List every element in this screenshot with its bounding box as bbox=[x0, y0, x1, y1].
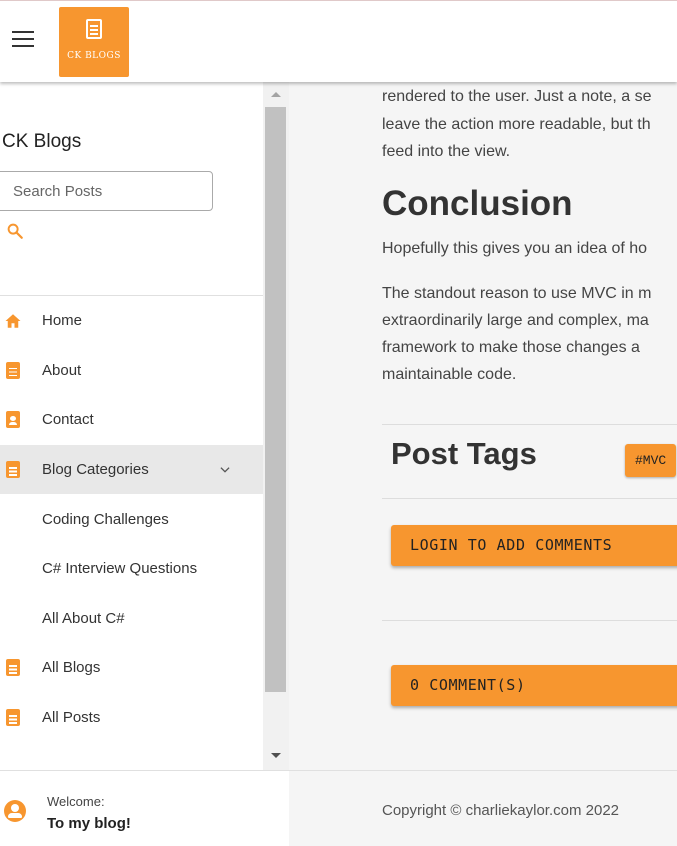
conclusion-heading: Conclusion bbox=[382, 184, 573, 223]
scroll-down-arrow-icon[interactable] bbox=[271, 753, 281, 758]
hamburger-menu-icon[interactable] bbox=[12, 31, 34, 51]
search-input[interactable] bbox=[0, 171, 213, 211]
top-app-bar: CK BLOGS bbox=[0, 0, 677, 82]
sidebar-item-all-posts[interactable]: All Posts bbox=[0, 693, 263, 743]
sidebar-item-label: All Posts bbox=[42, 709, 101, 727]
scrollbar-thumb[interactable] bbox=[265, 107, 286, 692]
home-icon bbox=[4, 312, 22, 330]
comments-count-button[interactable]: 0 COMMENT(S) bbox=[391, 665, 677, 706]
sidebar-item-contact[interactable]: Contact bbox=[0, 395, 263, 445]
login-to-comment-button[interactable]: LOGIN TO ADD COMMENTS bbox=[391, 525, 677, 566]
sidebar-item-about[interactable]: About bbox=[0, 346, 263, 396]
sidebar: CK Blogs Home About Contact Blog Categor… bbox=[0, 82, 289, 846]
document-icon bbox=[4, 709, 22, 727]
sidebar-nav: Home About Contact Blog Categories Codin… bbox=[0, 296, 263, 742]
sidebar-item-label: Home bbox=[42, 312, 83, 330]
sidebar-item-label: C# Interview Questions bbox=[42, 560, 198, 578]
contact-icon bbox=[4, 411, 22, 429]
sidebar-item-label: Blog Categories bbox=[42, 461, 149, 479]
logo-text: CK BLOGS bbox=[67, 51, 121, 61]
sidebar-item-all-about-csharp[interactable]: All About C# bbox=[0, 594, 263, 644]
tag-chip[interactable]: #MVC bbox=[625, 444, 677, 477]
document-icon bbox=[4, 361, 22, 379]
blog-logo-icon bbox=[86, 19, 102, 39]
divider bbox=[382, 424, 677, 425]
standout-line: framework to make those changes a bbox=[382, 339, 640, 356]
divider bbox=[382, 620, 677, 621]
sidebar-item-label: Contact bbox=[42, 411, 94, 429]
sidebar-item-label: All Blogs bbox=[42, 659, 101, 677]
sidebar-item-csharp-interview-questions[interactable]: C# Interview Questions bbox=[0, 544, 263, 594]
copyright-text: Copyright © charliekaylor.com 2022 bbox=[382, 802, 619, 819]
sidebar-item-label: About bbox=[42, 361, 82, 379]
welcome-message: To my blog! bbox=[47, 815, 131, 832]
sidebar-item-blog-categories[interactable]: Blog Categories bbox=[0, 444, 263, 495]
document-icon bbox=[4, 461, 22, 479]
welcome-label: Welcome: bbox=[47, 794, 105, 809]
search-icon[interactable] bbox=[6, 222, 24, 240]
divider bbox=[382, 498, 677, 499]
sidebar-item-label: Coding Challenges bbox=[42, 510, 169, 528]
main-content: rendered to the user. Just a note, a se … bbox=[289, 82, 677, 846]
intro-line: feed into the view. bbox=[382, 143, 511, 160]
sidebar-item-label: All About C# bbox=[42, 609, 125, 627]
sidebar-scrollbar[interactable] bbox=[263, 82, 289, 770]
scroll-up-arrow-icon[interactable] bbox=[271, 92, 281, 97]
standout-line: maintainable code. bbox=[382, 366, 517, 383]
chevron-down-icon[interactable] bbox=[218, 463, 232, 477]
sidebar-footer: Welcome: To my blog! bbox=[0, 770, 289, 846]
intro-line: leave the action more readable, but th bbox=[382, 116, 651, 133]
sidebar-item-home[interactable]: Home bbox=[0, 296, 263, 346]
sidebar-item-all-blogs[interactable]: All Blogs bbox=[0, 643, 263, 693]
sidebar-title: CK Blogs bbox=[2, 131, 82, 152]
account-circle-icon bbox=[4, 800, 26, 822]
standout-line: extraordinarily large and complex, ma bbox=[382, 312, 649, 329]
sidebar-item-coding-challenges[interactable]: Coding Challenges bbox=[0, 494, 263, 544]
standout-line: The standout reason to use MVC in m bbox=[382, 285, 652, 302]
post-tags-heading: Post Tags bbox=[391, 436, 537, 471]
intro-line: rendered to the user. Just a note, a se bbox=[382, 88, 652, 105]
site-logo[interactable]: CK BLOGS bbox=[59, 7, 129, 77]
document-icon bbox=[4, 659, 22, 677]
page-footer: Copyright © charliekaylor.com 2022 bbox=[289, 770, 677, 846]
conclusion-text: Hopefully this gives you an idea of ho bbox=[382, 240, 648, 257]
